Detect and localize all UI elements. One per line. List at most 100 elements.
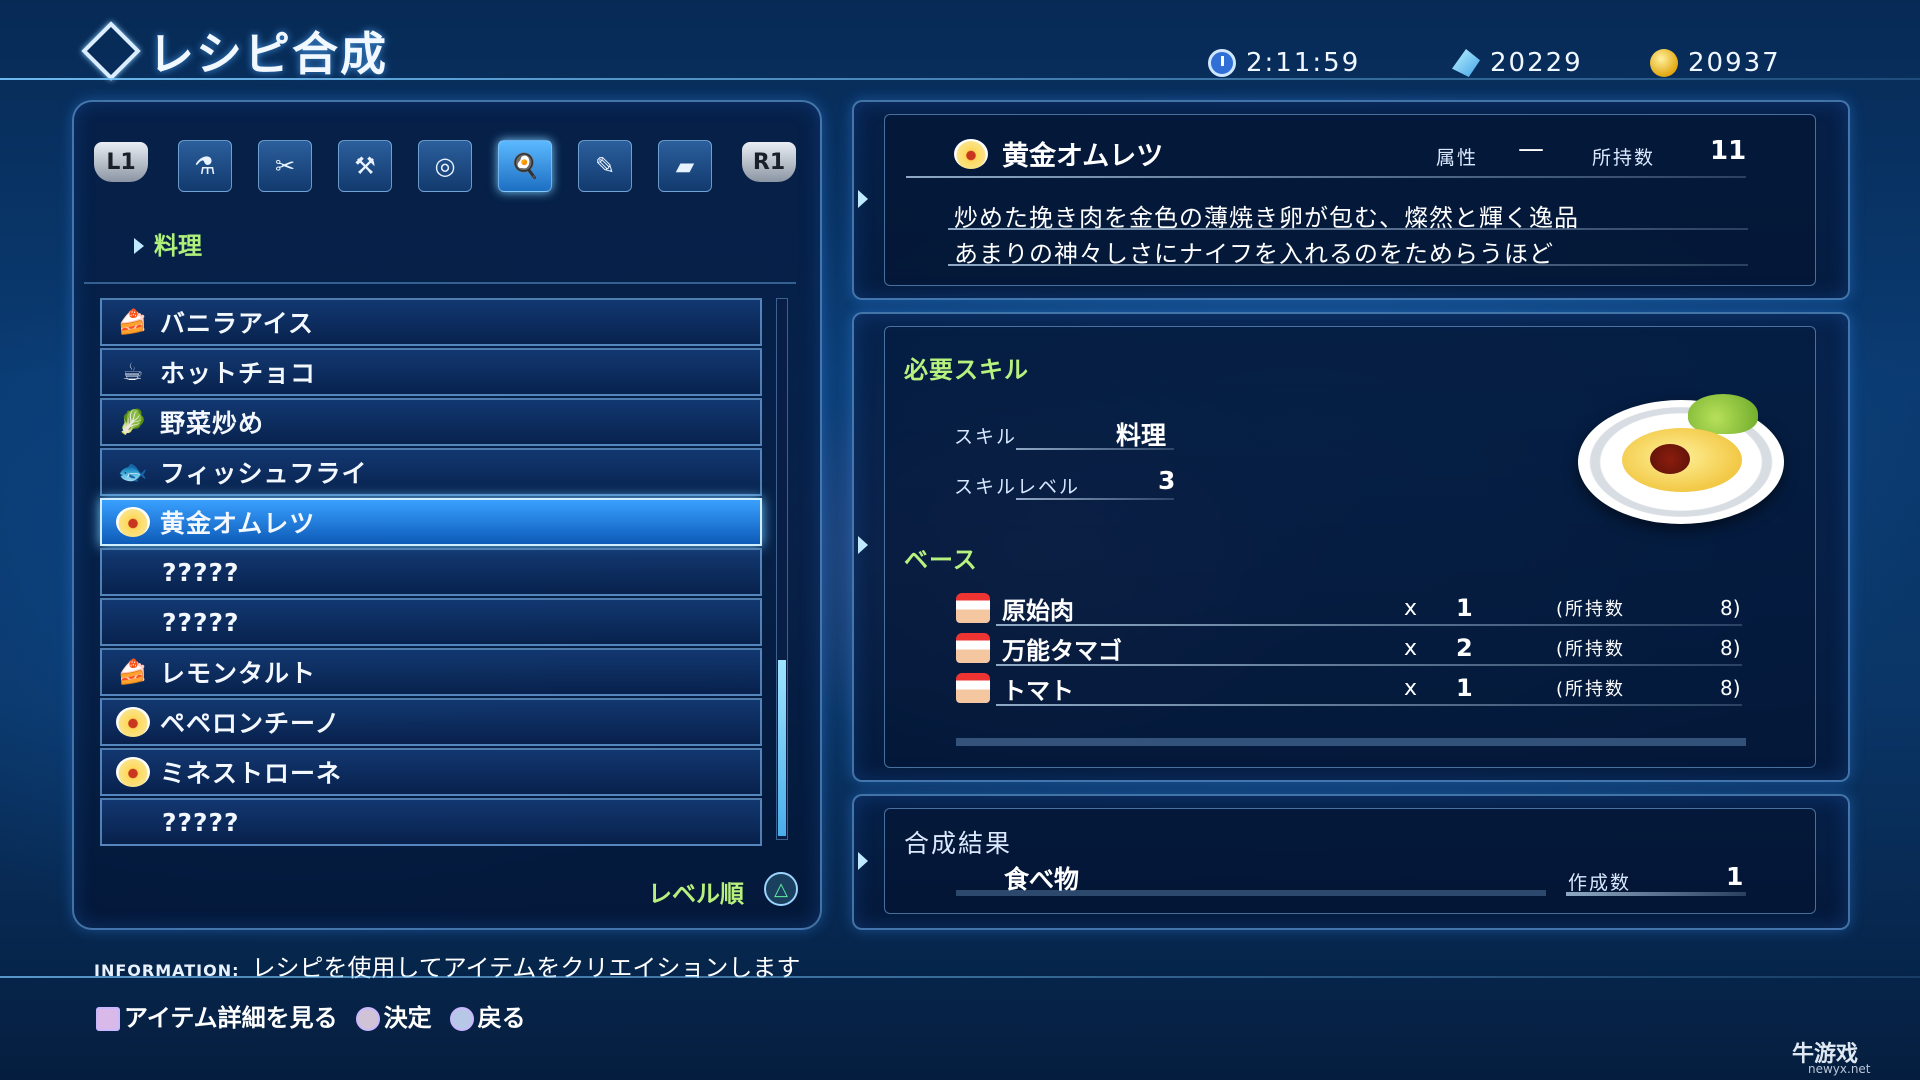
material-row: トマト x 1 (所持数 8)	[956, 672, 1746, 705]
recipe-name: バニラアイス	[160, 309, 315, 338]
vegetable-icon: 🥬	[117, 408, 149, 436]
fol-count: 20229	[1452, 48, 1583, 78]
play-time: 2:11:59	[1208, 48, 1360, 78]
ring-icon: ◎	[434, 152, 456, 180]
recipe-row[interactable]: ☕ ホットチョコ	[100, 348, 762, 396]
tab-hammer[interactable]: ⚒	[338, 140, 392, 192]
tools-icon: ✂	[274, 152, 296, 180]
recipe-name: ペペロンチーノ	[160, 709, 341, 738]
recipe-name: ミネストローネ	[160, 759, 343, 788]
coin-icon	[1650, 49, 1678, 77]
panel-arrow-icon	[858, 536, 868, 554]
material-row: 原始肉 x 1 (所持数 8)	[956, 592, 1746, 625]
header-divider	[0, 78, 1920, 80]
material-name: 万能タマゴ	[1002, 636, 1122, 665]
recipe-row[interactable]: 🍰 バニラアイス	[100, 298, 762, 346]
cross-button-icon	[449, 1007, 474, 1031]
material-qty: 1	[1456, 594, 1473, 622]
cake-icon	[956, 673, 990, 703]
tab-tools[interactable]: ✂	[258, 140, 312, 192]
divider	[996, 624, 1742, 626]
watermark-sub: newyx.net	[1808, 1062, 1871, 1076]
recipe-row-selected[interactable]: 黄金オムレツ	[100, 498, 762, 546]
material-times: x	[1404, 675, 1418, 701]
recipe-row[interactable]: 🍰 レモンタルト	[100, 648, 762, 696]
fol-value: 20229	[1490, 48, 1583, 78]
writing-icon: ✎	[594, 152, 616, 180]
recipe-row[interactable]: ペペロンチーノ	[100, 698, 762, 746]
material-times: x	[1404, 595, 1418, 621]
recipe-row[interactable]: 🐟 フィッシュフライ	[100, 448, 762, 496]
required-skill-title: 必要スキル	[904, 356, 1029, 384]
crystal-icon	[1452, 49, 1480, 77]
recipe-name: フィッシュフライ	[160, 459, 368, 488]
r1-button[interactable]: R1	[742, 142, 796, 182]
control-confirm[interactable]: 決定	[355, 998, 432, 1033]
recipe-row-unknown[interactable]: ?????	[100, 798, 762, 846]
recipe-name: ?????	[162, 607, 240, 637]
cake-icon	[956, 593, 990, 623]
recipe-name: 黄金オムレツ	[160, 509, 316, 538]
list-scroll-thumb[interactable]	[778, 660, 786, 836]
attribute-value: —	[1518, 134, 1544, 164]
panel-arrow-icon	[858, 190, 868, 208]
info-divider	[0, 976, 1920, 978]
divider	[1016, 448, 1174, 450]
clock-icon	[1208, 49, 1236, 77]
sort-order-label[interactable]: レベル順	[648, 874, 744, 909]
recipe-name: レモンタルト	[160, 659, 317, 688]
page-title: レシピ合成	[81, 18, 388, 84]
divider	[996, 664, 1742, 666]
tab-cooking[interactable]: 🍳	[498, 140, 552, 192]
diamond-icon	[81, 21, 141, 81]
control-detail[interactable]: アイテム詳細を見る	[96, 998, 338, 1033]
divider	[1016, 498, 1174, 500]
material-times: x	[1404, 635, 1418, 661]
tab-ingot[interactable]: ▰	[658, 140, 712, 192]
hammer-icon: ⚒	[354, 152, 376, 180]
attribute-label: 属性	[1436, 147, 1479, 169]
material-qty: 1	[1456, 674, 1473, 702]
l1-button[interactable]: L1	[94, 142, 148, 182]
divider	[996, 704, 1742, 706]
play-time-value: 2:11:59	[1246, 48, 1361, 78]
cup-icon: ☕	[121, 358, 145, 386]
gold-value: 20937	[1688, 48, 1781, 78]
dish-image	[1578, 394, 1784, 524]
triangle-right-icon	[134, 238, 144, 254]
page-title-text: レシピ合成	[148, 27, 388, 81]
skill-value: 料理	[1116, 421, 1167, 450]
result-panel	[852, 794, 1850, 930]
base-title: ベース	[904, 546, 978, 574]
recipe-name: ?????	[162, 557, 240, 587]
material-qty: 2	[1456, 634, 1473, 662]
control-confirm-label: 決定	[383, 1004, 432, 1032]
result-title: 合成結果	[904, 829, 1013, 858]
cooking-icon: 🍳	[510, 152, 540, 180]
material-owned-value: 8)	[1720, 596, 1741, 620]
omelet-icon	[116, 707, 150, 737]
owned-value: 11	[1710, 136, 1747, 166]
tab-potion[interactable]: ⚗	[178, 140, 232, 192]
create-count-value: 1	[1726, 862, 1744, 891]
material-owned-value: 8)	[1720, 676, 1741, 700]
category-text: 料理	[154, 232, 202, 260]
recipe-row[interactable]: 🥬 野菜炒め	[100, 398, 762, 446]
potion-icon: ⚗	[194, 152, 216, 180]
panel-arrow-icon	[858, 852, 868, 870]
skill-label: スキル	[954, 426, 1018, 448]
tab-ring[interactable]: ◎	[418, 140, 472, 192]
control-detail-label: アイテム詳細を見る	[124, 1004, 338, 1032]
recipe-row-unknown[interactable]: ?????	[100, 548, 762, 596]
recipe-name: ホットチョコ	[160, 359, 317, 388]
recipe-row[interactable]: ミネストローネ	[100, 748, 762, 796]
owned-label: 所持数	[1592, 147, 1656, 169]
recipe-row-unknown[interactable]: ?????	[100, 598, 762, 646]
omelet-icon	[116, 507, 150, 537]
category-label: 料理	[134, 226, 202, 261]
control-back-label: 戻る	[477, 1004, 526, 1032]
triangle-button-icon[interactable]: △	[764, 872, 798, 906]
square-button-icon	[96, 1007, 120, 1031]
tab-writing[interactable]: ✎	[578, 140, 632, 192]
control-back[interactable]: 戻る	[449, 998, 526, 1033]
